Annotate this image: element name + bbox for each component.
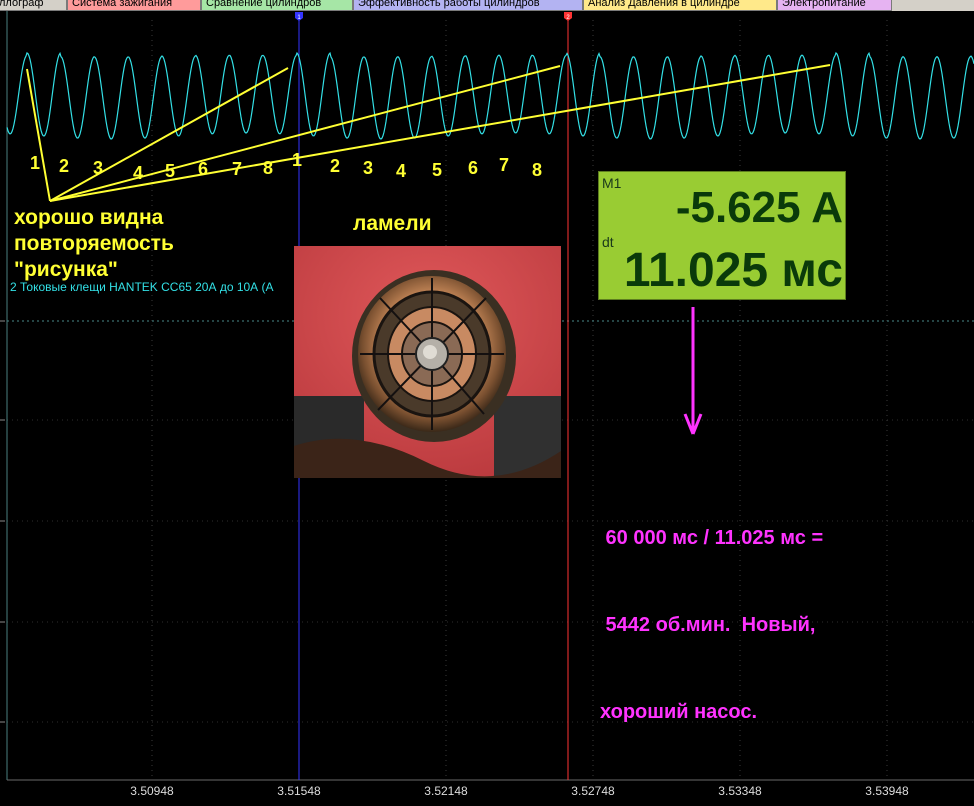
x-axis-tick-label: 3.52748 bbox=[571, 784, 615, 798]
peak-number: 5 bbox=[432, 160, 443, 180]
m1-value: -5.625 A bbox=[675, 183, 843, 232]
peak-number: 6 bbox=[468, 158, 479, 178]
rpm-calculation-note: 60 000 мс / 11.025 мс = 5442 об.мин. Нов… bbox=[600, 466, 823, 756]
repeatability-note-line: хорошо видна bbox=[14, 206, 164, 229]
repeatability-note-line: повторяемость bbox=[14, 232, 174, 255]
repeatability-note: хорошо видна повторяемость "рисунка" bbox=[14, 205, 174, 283]
rpm-calculation-line: хороший насос. bbox=[600, 701, 758, 723]
peak-number: 8 bbox=[263, 158, 274, 178]
peak-number: 4 bbox=[133, 163, 144, 183]
commutator-photo bbox=[294, 246, 561, 478]
cursor-2-marker[interactable]: 2 bbox=[564, 12, 572, 21]
tab-ignition-system[interactable]: Система зажигания bbox=[67, 0, 201, 11]
x-axis-tick-label: 3.50948 bbox=[130, 784, 174, 798]
x-axis-tick-label: 3.53348 bbox=[718, 784, 762, 798]
peak-number: 3 bbox=[363, 158, 374, 178]
tab-cylinder-pressure[interactable]: Анализ Давления в цилиндре bbox=[583, 0, 777, 11]
x-axis-tick-label: 3.52148 bbox=[424, 784, 468, 798]
x-axis-tick-label: 3.51548 bbox=[277, 784, 321, 798]
tab-oscilloscope[interactable]: ллограф bbox=[0, 0, 67, 11]
rpm-calculation-line: 5442 об.мин. Новый, bbox=[600, 614, 816, 636]
dt-label: dt bbox=[602, 234, 614, 250]
peak-number: 8 bbox=[532, 160, 543, 180]
peak-number: 1 bbox=[30, 153, 41, 173]
rpm-calculation-line: 60 000 мс / 11.025 мс = bbox=[600, 527, 824, 549]
peak-number: 2 bbox=[59, 156, 70, 176]
peak-number: 3 bbox=[93, 158, 104, 178]
measurement-panel: M1 -5.625 A dt 11.025 мс bbox=[598, 171, 846, 300]
y-axis-ticks bbox=[0, 320, 5, 723]
peak-number: 1 bbox=[292, 150, 303, 170]
arrow-down-icon bbox=[683, 307, 703, 435]
x-axis-tick-label: 3.53948 bbox=[865, 784, 909, 798]
tab-cylinder-comparison[interactable]: Сравнение цилиндров bbox=[201, 0, 353, 11]
tab-cylinder-efficiency[interactable]: Эффективность работы цилиндров bbox=[353, 0, 583, 11]
peak-number: 6 bbox=[198, 159, 209, 179]
tab-power-supply[interactable]: Электропитание bbox=[777, 0, 892, 11]
dt-value: 11.025 мс bbox=[623, 244, 843, 297]
lamels-title: ламели bbox=[353, 212, 432, 235]
repeatability-note-line: "рисунка" bbox=[14, 258, 118, 281]
peak-number: 7 bbox=[499, 155, 510, 175]
peak-number: 7 bbox=[232, 159, 243, 179]
cursor-1-marker[interactable]: 1 bbox=[295, 12, 303, 21]
peak-number: 2 bbox=[330, 156, 341, 176]
tab-bar: ллограф Система зажигания Сравнение цили… bbox=[0, 0, 974, 11]
m1-label: M1 bbox=[602, 175, 622, 191]
peak-number: 4 bbox=[396, 161, 407, 181]
peak-number: 5 bbox=[165, 161, 176, 181]
